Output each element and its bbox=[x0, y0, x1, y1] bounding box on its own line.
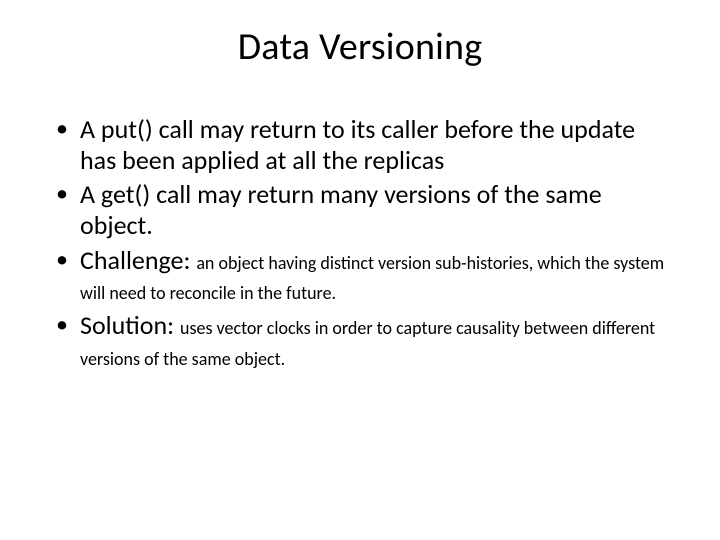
bullet-item: Solution: uses vector clocks in order to… bbox=[54, 310, 672, 371]
bullet-item: Challenge: an object having distinct ver… bbox=[54, 245, 672, 306]
bullet-lead: Challenge: bbox=[80, 244, 196, 276]
bullet-item: A put() call may return to its caller be… bbox=[54, 114, 672, 175]
bullet-list: A put() call may return to its caller be… bbox=[54, 114, 672, 371]
bullet-item: A get() call may return many versions of… bbox=[54, 179, 672, 240]
bullet-lead: Solution: bbox=[80, 309, 180, 341]
slide-title: Data Versioning bbox=[48, 24, 672, 70]
slide: Data Versioning A put() call may return … bbox=[0, 0, 720, 540]
